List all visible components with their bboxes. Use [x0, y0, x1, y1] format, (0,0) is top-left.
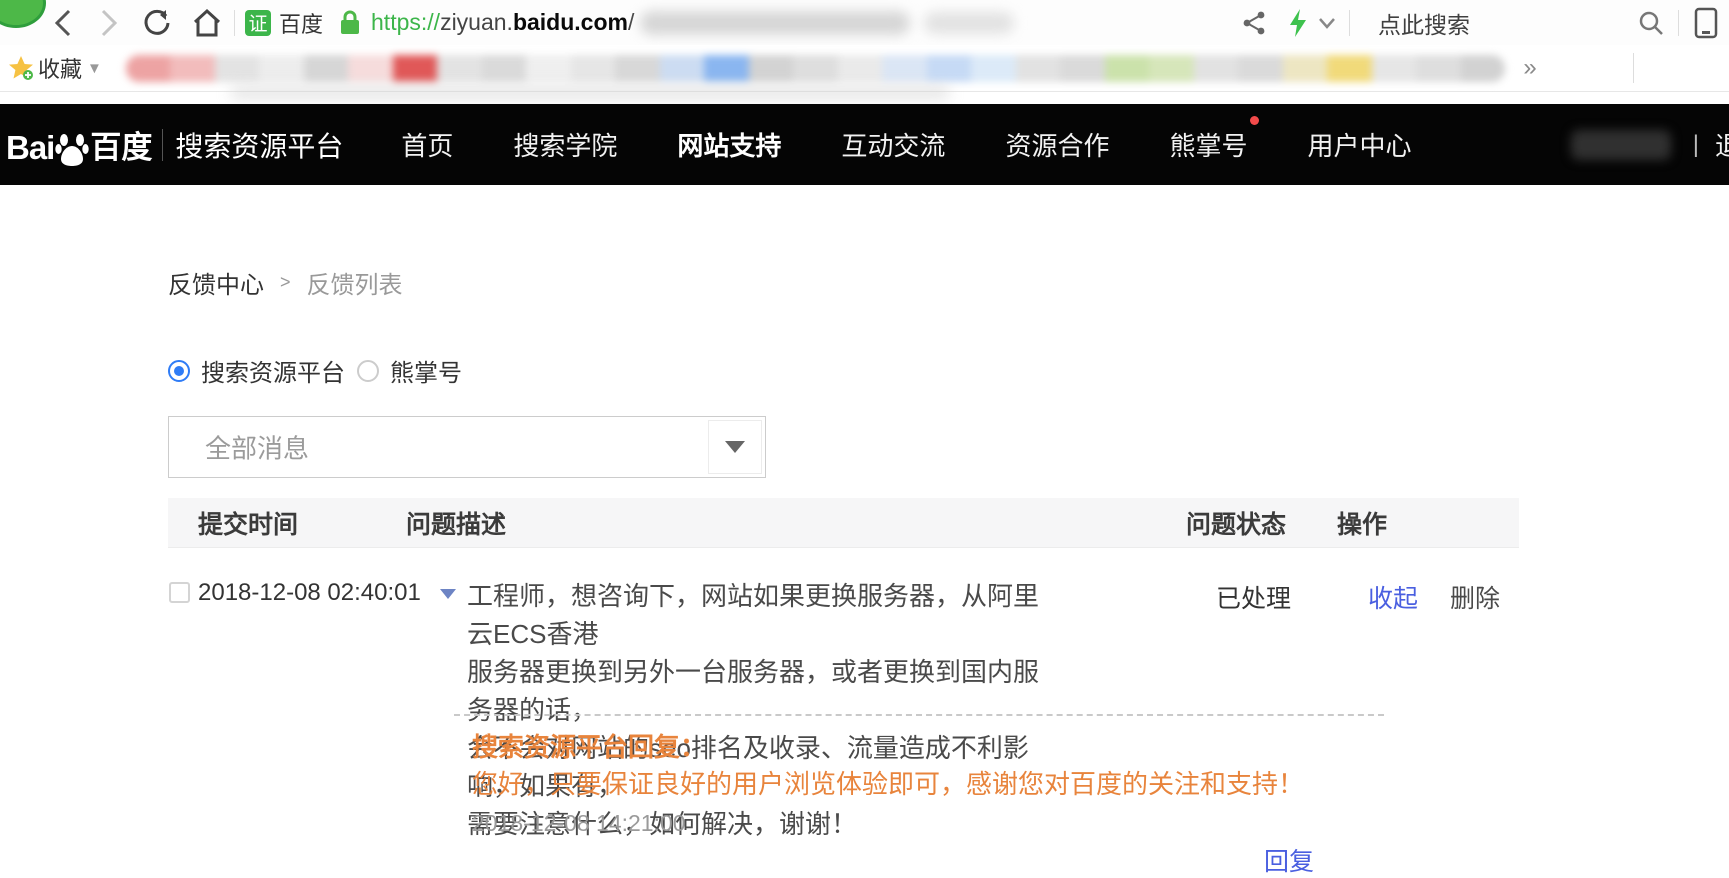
nav-logo-divider: [162, 129, 163, 161]
nav-item-xiongzhanghao[interactable]: 熊掌号: [1169, 126, 1247, 163]
header-problem-status: 问题状态: [1186, 505, 1337, 541]
breadcrumb-feedback-center[interactable]: 反馈中心: [168, 265, 264, 300]
nav-item-label: 熊掌号: [1169, 131, 1247, 161]
site-navbar: Bai 百度 搜索资源平台 首页 搜索学院 网站支持 互动交流 资源合作 熊掌号…: [0, 104, 1729, 185]
nav-item-home[interactable]: 首页: [401, 126, 453, 163]
row-checkbox[interactable]: [169, 582, 190, 603]
bookmarks-divider: [1633, 53, 1634, 83]
url-host-prefix: ziyuan.: [440, 9, 513, 36]
radio-xiongzhanghao-label[interactable]: 熊掌号: [390, 353, 462, 388]
url-scheme: https://: [371, 9, 440, 36]
reply-link[interactable]: 回复: [1264, 848, 1314, 876]
speed-mode-icon[interactable]: [1281, 6, 1315, 40]
reload-icon[interactable]: [140, 6, 174, 40]
baidu-paw-icon: [55, 131, 89, 167]
select-button[interactable]: [708, 420, 762, 474]
bookmarks-redacted-strip: [126, 55, 1506, 82]
reply-link-row: 回复: [472, 842, 1384, 878]
nav-item-user-center[interactable]: 用户中心: [1307, 126, 1411, 163]
site-name-label: 百度: [279, 7, 323, 39]
breadcrumb: 反馈中心 > 反馈列表: [168, 265, 403, 300]
reply-timestamp: 2018-12-08 14:21:00: [472, 810, 1384, 837]
ssl-lock-icon[interactable]: [337, 6, 363, 40]
message-type-select[interactable]: 全部消息: [168, 416, 766, 478]
official-reply-block: 搜索资源平台回复： 您好，只要保证良好的用户浏览体验即可，感谢您对百度的关注和支…: [454, 714, 1384, 878]
header-submit-time: 提交时间: [168, 505, 406, 541]
delete-link[interactable]: 删除: [1450, 579, 1500, 615]
address-bar[interactable]: https://ziyuan.baidu.com/: [371, 9, 1014, 36]
row-operations: 收起 删除: [1368, 579, 1500, 615]
nav-item-site-support[interactable]: 网站支持: [677, 126, 781, 163]
breadcrumb-separator-icon: >: [280, 272, 291, 293]
nav-item-interaction[interactable]: 互动交流: [841, 126, 945, 163]
speed-mode-chevron-icon[interactable]: [1315, 6, 1339, 40]
share-icon[interactable]: [1237, 6, 1271, 40]
row-submit-time: 2018-12-08 02:40:01: [198, 579, 421, 607]
collapse-caret-icon[interactable]: [440, 589, 456, 599]
browser-logo-icon[interactable]: [0, 0, 46, 28]
feedback-table: 提交时间 问题描述 问题状态 操作 2018-12-08 02:40:01 工程…: [168, 498, 1519, 863]
forward-icon[interactable]: [92, 6, 126, 40]
header-problem-desc: 问题描述: [406, 505, 1186, 541]
platform-radio-group: 搜索资源平台 熊掌号: [168, 353, 474, 388]
reply-body: 您好，只要保证良好的用户浏览体验即可，感谢您对百度的关注和支持！: [472, 769, 1384, 799]
platform-title: 搜索资源平台: [175, 125, 343, 165]
search-icon[interactable]: [1634, 6, 1668, 40]
logout-link[interactable]: 退出: [1715, 126, 1729, 163]
favorites-label[interactable]: 收藏: [38, 52, 82, 84]
nav-menu: 首页 搜索学院 网站支持 互动交流 资源合作 熊掌号 用户中心: [401, 126, 1411, 163]
notification-dot: [1250, 116, 1259, 125]
browser-search-input[interactable]: 点此搜索: [1378, 6, 1470, 40]
baidu-logo-text: Bai: [6, 129, 54, 167]
username-redacted-blur: [1571, 130, 1671, 160]
toolbar-divider: [234, 10, 235, 36]
mobile-view-icon[interactable]: [1689, 6, 1723, 40]
url-redacted-blur-2: [924, 12, 1014, 34]
table-header: 提交时间 问题描述 问题状态 操作: [168, 498, 1519, 548]
baidu-logo-hanzi: 百度: [90, 122, 152, 167]
url-path: /: [628, 9, 634, 36]
radio-search-platform-label[interactable]: 搜索资源平台: [201, 353, 345, 388]
home-icon[interactable]: [190, 6, 224, 40]
site-cert-badge[interactable]: 证: [245, 10, 271, 36]
favorites-chevron-icon[interactable]: ▼: [87, 60, 102, 77]
radio-search-platform[interactable]: [168, 360, 190, 382]
message-type-value: 全部消息: [205, 429, 309, 466]
baidu-logo[interactable]: Bai 百度: [6, 122, 152, 167]
account-divider: |: [1693, 131, 1699, 159]
select-caret-icon: [725, 441, 745, 453]
nav-account-area: | 退出: [1571, 126, 1729, 163]
bookmarks-bar: 收藏 ▼ »: [0, 45, 1729, 92]
breadcrumb-feedback-list: 反馈列表: [307, 265, 403, 300]
row-status: 已处理: [1216, 579, 1291, 615]
radio-xiongzhanghao[interactable]: [357, 360, 379, 382]
header-operations: 操作: [1337, 505, 1519, 541]
url-redacted-blur: [640, 11, 910, 35]
collapse-link[interactable]: 收起: [1368, 579, 1418, 615]
back-icon[interactable]: [46, 6, 80, 40]
nav-item-academy[interactable]: 搜索学院: [513, 126, 617, 163]
bookmarks-overflow-button[interactable]: »: [1523, 54, 1536, 82]
nav-item-cooperation[interactable]: 资源合作: [1005, 126, 1109, 163]
browser-toolbar: 证 百度 https://ziyuan.baidu.com/ 点此搜索: [0, 0, 1729, 45]
favorites-star-icon[interactable]: [8, 55, 34, 81]
reply-title: 搜索资源平台回复：: [472, 732, 1384, 762]
url-domain: baidu.com: [513, 9, 628, 36]
redaction-smudge: [230, 86, 950, 99]
